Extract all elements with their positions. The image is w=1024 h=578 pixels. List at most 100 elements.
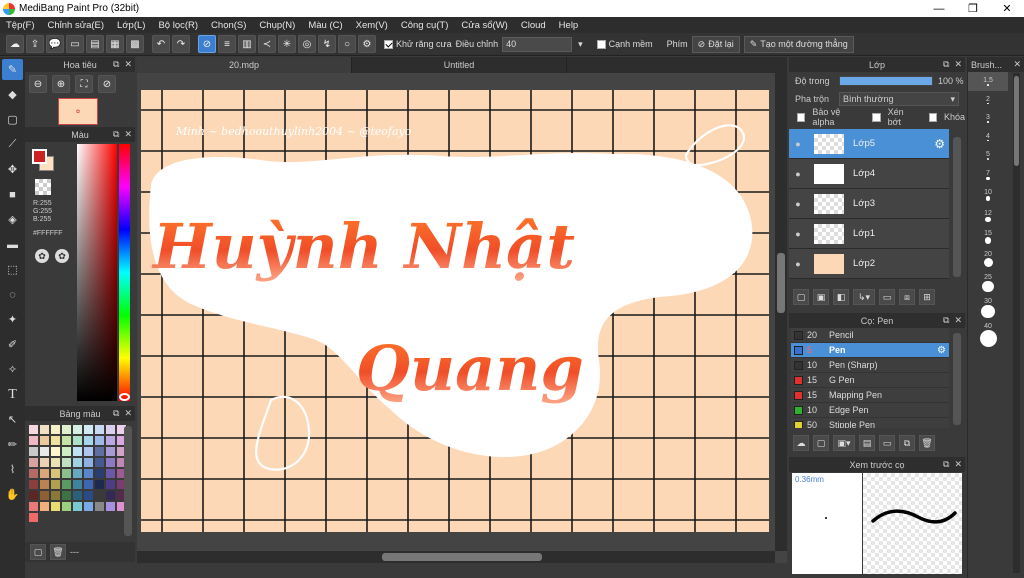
palette-swatch[interactable] xyxy=(73,502,82,511)
brush-size-option[interactable]: 10 xyxy=(968,185,1008,206)
menu-color[interactable]: Màu (C) xyxy=(308,20,342,31)
antialias-checkbox[interactable] xyxy=(384,39,393,49)
visibility-icon[interactable]: ● xyxy=(789,229,807,239)
brush-size-option[interactable]: 4 xyxy=(968,128,1008,147)
layer-scrollbar[interactable] xyxy=(953,137,961,277)
menu-layer[interactable]: Lớp(L) xyxy=(117,20,145,31)
palette-swatch[interactable] xyxy=(29,469,38,478)
palette-swatch[interactable] xyxy=(73,458,82,467)
opacity-slider[interactable] xyxy=(839,76,933,86)
brush-menu-icon[interactable]: ▣▾ xyxy=(833,435,855,451)
palette-swatch[interactable] xyxy=(62,447,71,456)
select-pen-tool-icon[interactable]: ✐ xyxy=(2,334,23,355)
folder-icon[interactable]: ▭ xyxy=(879,289,895,305)
palette-scrollbar[interactable] xyxy=(124,426,132,536)
palette-swatch[interactable] xyxy=(106,436,115,445)
magic-wand-tool-icon[interactable]: ✦ xyxy=(2,309,23,330)
palette-swatch[interactable] xyxy=(106,480,115,489)
palette-swatch[interactable] xyxy=(84,436,93,445)
visibility-icon[interactable]: ● xyxy=(789,139,807,149)
dropdown-arrow-icon[interactable]: ▾ xyxy=(578,39,583,50)
brush-size-option[interactable]: 15 xyxy=(968,226,1008,248)
palette-swatch[interactable] xyxy=(73,436,82,445)
palette-swatch[interactable] xyxy=(106,469,115,478)
palette-swatch[interactable] xyxy=(40,480,49,489)
palette-swatch[interactable] xyxy=(73,447,82,456)
palette-swatch[interactable] xyxy=(62,502,71,511)
snap-radial-icon[interactable]: ✳ xyxy=(278,35,296,53)
canvas-horizontal-scrollbar[interactable] xyxy=(137,551,775,563)
visibility-icon[interactable]: ● xyxy=(789,199,807,209)
layer-row[interactable]: ● Lớp2 xyxy=(789,249,949,279)
text-tool-icon[interactable]: T xyxy=(2,384,23,405)
palette-swatch[interactable] xyxy=(29,513,38,522)
delete-palette-icon[interactable]: 🗑 xyxy=(50,544,66,560)
palette-swatch[interactable] xyxy=(29,458,38,467)
brush-size-option[interactable]: 30 xyxy=(968,295,1008,321)
fit-nav-icon[interactable]: ⛶ xyxy=(75,75,93,93)
line-tool-icon[interactable]: ⟋ xyxy=(2,134,23,155)
canvas-vertical-scrollbar[interactable] xyxy=(775,73,787,551)
palette-swatch[interactable] xyxy=(106,502,115,511)
palette-swatch[interactable] xyxy=(62,425,71,434)
correction-select[interactable]: 40 xyxy=(502,36,573,52)
menu-help[interactable]: Help xyxy=(559,20,579,31)
palette-swatch[interactable] xyxy=(40,425,49,434)
palette-swatch[interactable] xyxy=(95,469,104,478)
snap-curve-icon[interactable]: ↯ xyxy=(318,35,336,53)
fill-rect-tool-icon[interactable]: ■ xyxy=(2,184,23,205)
palette-swatch[interactable] xyxy=(29,436,38,445)
palette-swatch[interactable] xyxy=(106,425,115,434)
zoom-out-nav-icon[interactable]: ⊖ xyxy=(29,75,47,93)
brush-row[interactable]: 15 G Pen xyxy=(791,373,949,388)
palette-swatch[interactable] xyxy=(40,469,49,478)
minimize-button[interactable]: — xyxy=(922,0,956,17)
navigator-thumbnail[interactable]: ✿ xyxy=(58,98,98,125)
menu-edit[interactable]: Chỉnh sửa(E) xyxy=(48,20,105,31)
palette-swatch[interactable] xyxy=(73,480,82,489)
lasso-tool-icon[interactable]: ◌ xyxy=(2,284,23,305)
detach-icon[interactable]: ⧉ xyxy=(943,315,949,326)
move-tool-icon[interactable]: ✥ xyxy=(2,159,23,180)
palette-swatch[interactable] xyxy=(95,480,104,489)
new-layer-icon[interactable]: ▢ xyxy=(793,289,809,305)
palette-swatch[interactable] xyxy=(51,458,60,467)
palette-swatch[interactable] xyxy=(62,491,71,500)
palette-swatch[interactable] xyxy=(29,491,38,500)
palette-swatch[interactable] xyxy=(51,491,60,500)
snap-cross-icon[interactable]: ▥ xyxy=(238,35,256,53)
palette-swatch[interactable] xyxy=(95,491,104,500)
palette-swatch[interactable] xyxy=(40,436,49,445)
protect-alpha-checkbox[interactable] xyxy=(797,112,806,122)
brush-size-option[interactable]: 40 xyxy=(968,321,1008,349)
smooth-edge-checkbox[interactable] xyxy=(596,39,606,49)
chat-icon[interactable]: ▭ xyxy=(66,35,84,53)
menu-window[interactable]: Cửa sổ(W) xyxy=(461,20,507,31)
tab-20-mdp[interactable]: 20.mdp xyxy=(137,57,352,73)
brush-size-option[interactable]: 5 xyxy=(968,146,1008,165)
palette-swatch[interactable] xyxy=(106,491,115,500)
palette-swatch[interactable] xyxy=(95,425,104,434)
palette-swatch[interactable] xyxy=(84,458,93,467)
duplicate-brush-icon[interactable]: ⧉ xyxy=(899,435,915,451)
menu-file[interactable]: Tệp(F) xyxy=(6,20,35,31)
new-palette-icon[interactable]: ▢ xyxy=(30,544,46,560)
eyedropper-tool-icon[interactable]: ⌇ xyxy=(2,459,23,480)
palette-swatch[interactable] xyxy=(51,502,60,511)
layer-row[interactable]: ● Lớp4 xyxy=(789,159,949,189)
palette-remove-icon[interactable]: ✿ xyxy=(55,249,69,263)
snap-circle-icon[interactable]: ◎ xyxy=(298,35,316,53)
brush-row[interactable]: 50 Stipple Pen xyxy=(791,418,949,428)
maximize-button[interactable]: ❐ xyxy=(956,0,990,17)
close-icon[interactable]: ✕ xyxy=(124,59,132,70)
close-button[interactable]: ✕ xyxy=(990,0,1024,17)
brush-row[interactable]: 10 Edge Pen xyxy=(791,403,949,418)
palette-swatch[interactable] xyxy=(73,469,82,478)
palette-swatch[interactable] xyxy=(40,458,49,467)
page-icon[interactable]: ▤ xyxy=(86,35,104,53)
close-icon[interactable]: ✕ xyxy=(124,408,132,419)
brush-row[interactable]: 10 Pen (Sharp) xyxy=(791,358,949,373)
tab-untitled[interactable]: Untitled xyxy=(352,57,567,73)
palette-swatch[interactable] xyxy=(40,491,49,500)
gear-icon[interactable]: ⚙ xyxy=(937,345,946,356)
